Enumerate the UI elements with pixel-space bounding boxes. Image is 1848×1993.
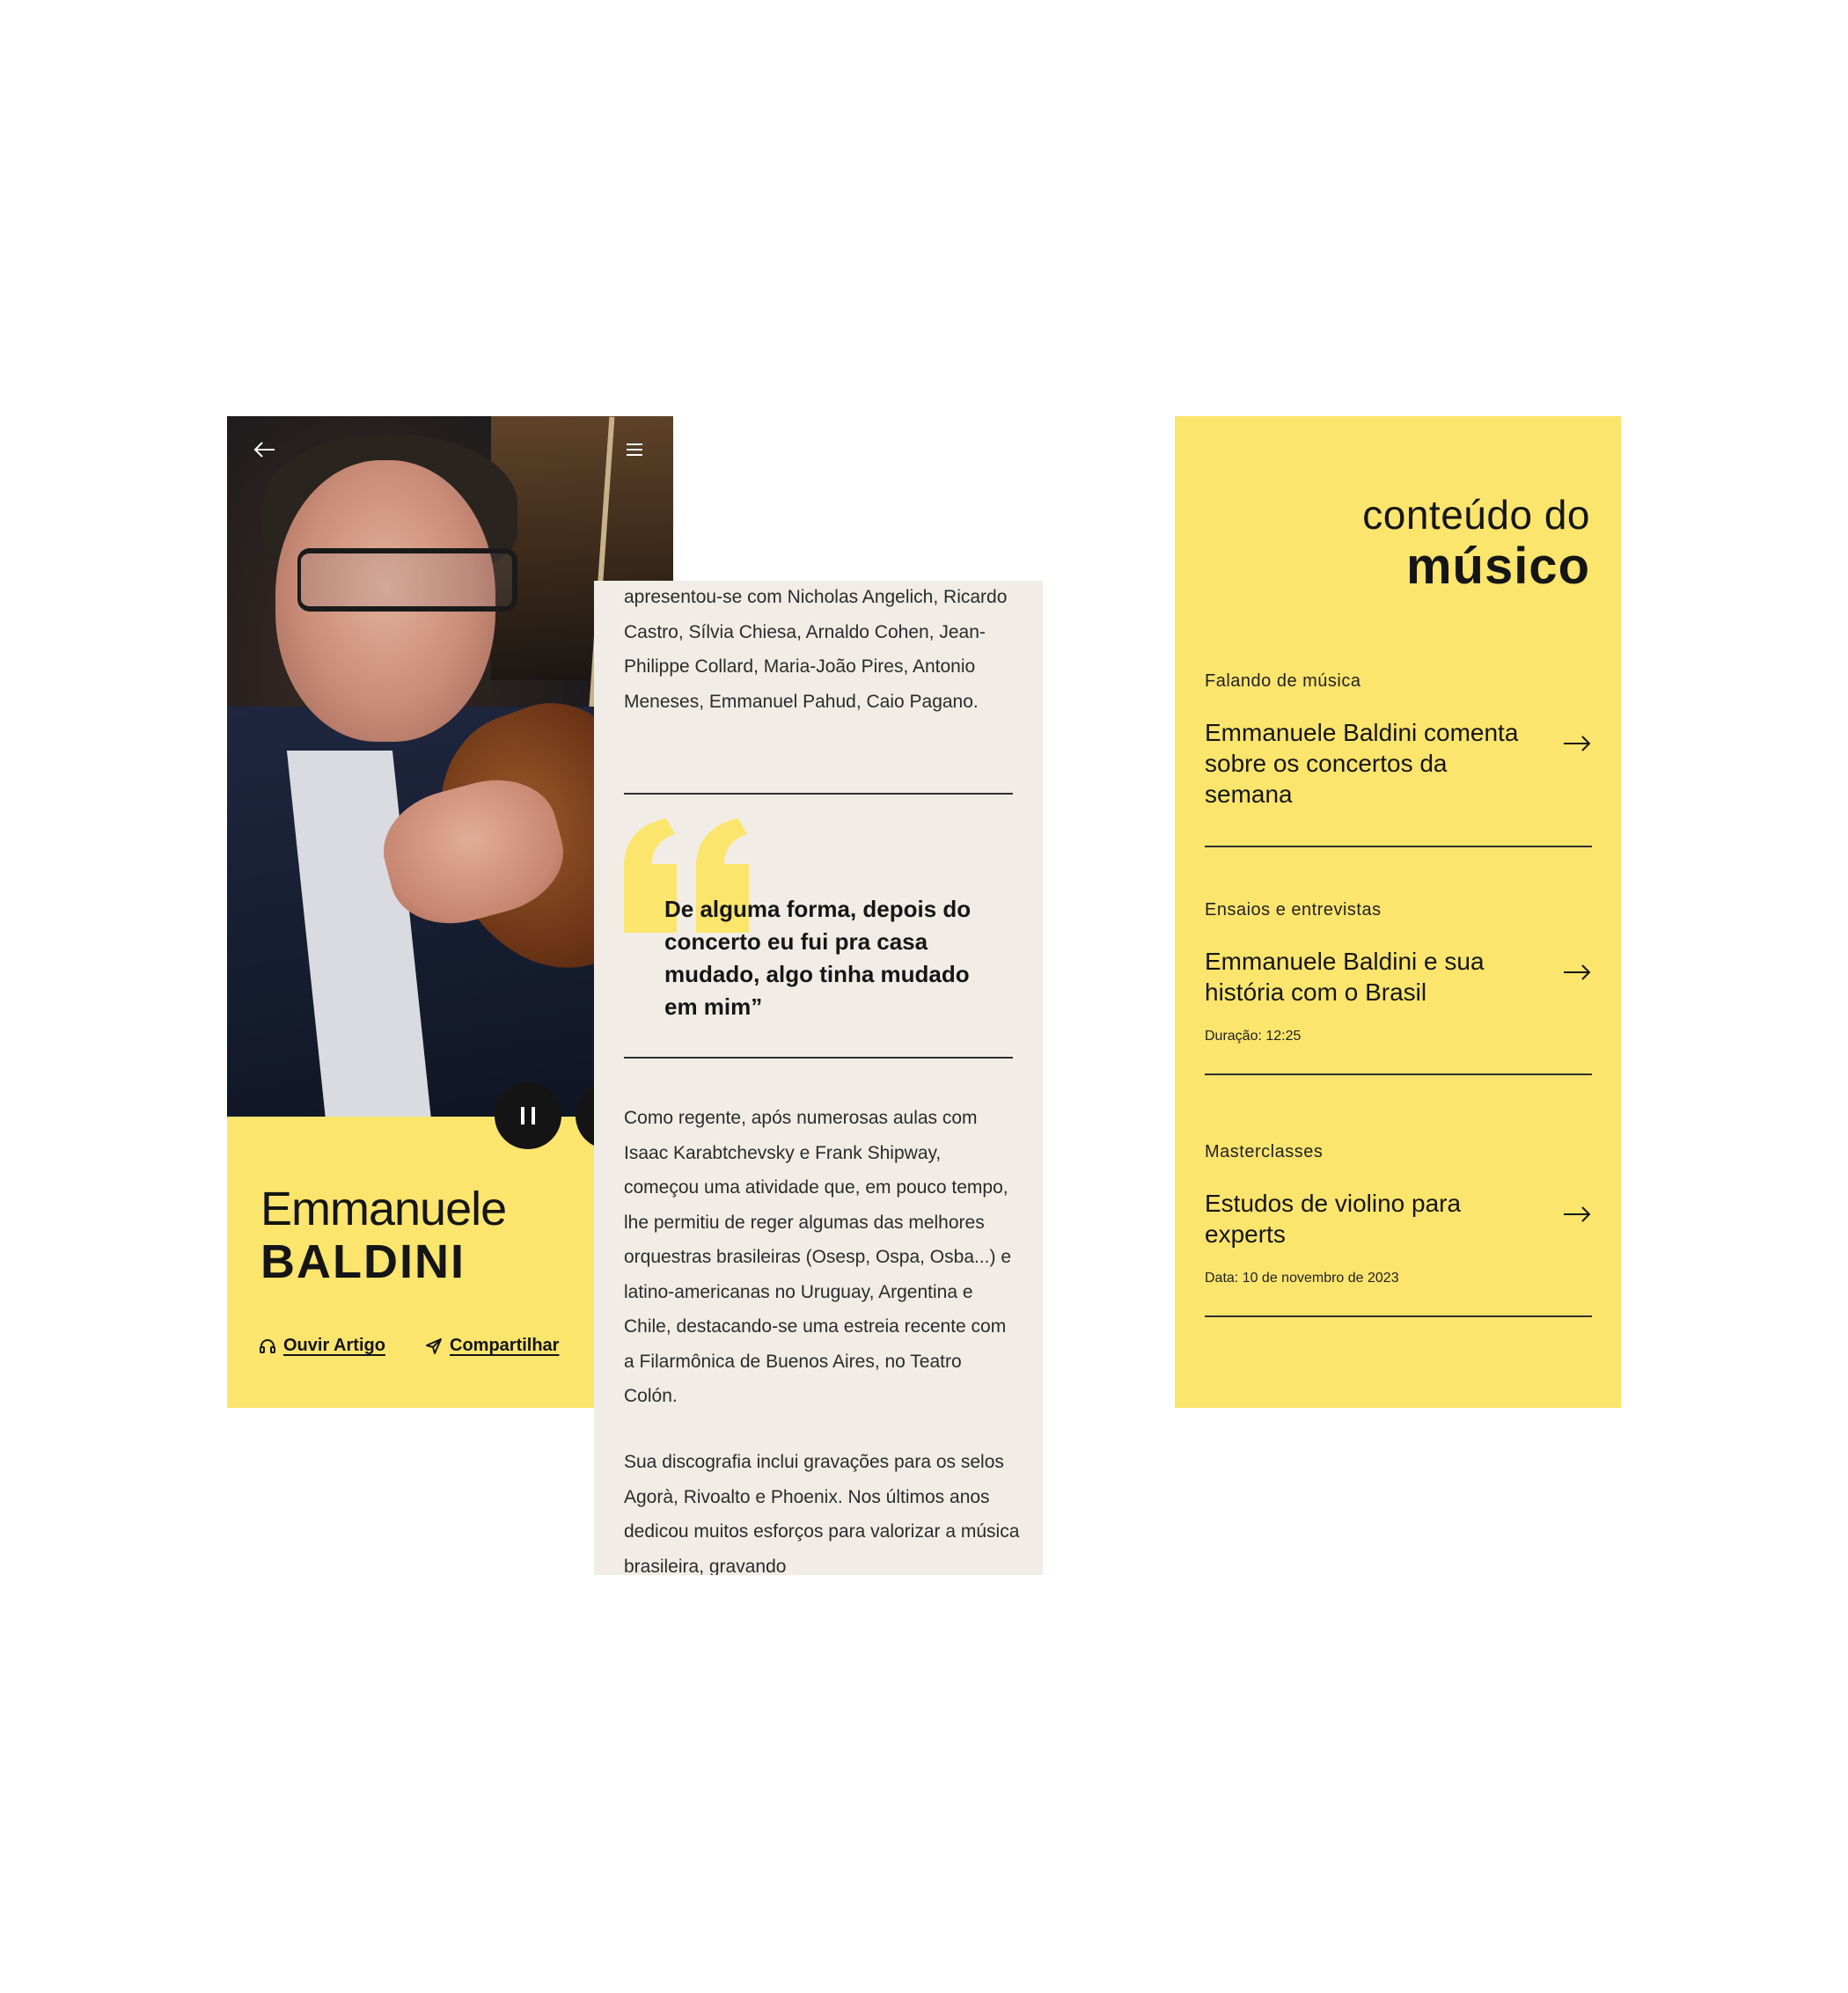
content-category: Falando de música <box>1205 671 1361 691</box>
share-label: Compartilhar <box>450 1336 560 1355</box>
headphones-icon <box>260 1338 275 1353</box>
content-meta: Data: 10 de novembro de 2023 <box>1205 1271 1399 1286</box>
content-meta: Duração: 12:25 <box>1205 1029 1302 1044</box>
paper-plane-icon <box>426 1337 442 1354</box>
divider <box>1205 846 1592 847</box>
share-link[interactable]: Compartilhar <box>425 1336 559 1356</box>
content-category: Ensaios e entrevistas <box>1205 900 1382 920</box>
divider <box>624 1057 1013 1059</box>
content-title: Emmanuele Baldini comenta sobre os conce… <box>1205 719 1519 808</box>
artist-content-screen: conteúdo do músico Falando de música Emm… <box>1175 416 1621 1408</box>
content-category: Masterclasses <box>1205 1142 1324 1161</box>
pause-icon <box>521 1107 524 1125</box>
article-paragraph: Sua discografia inclui gravações para os… <box>624 1452 1020 1575</box>
listen-article-label: Ouvir Artigo <box>283 1336 385 1355</box>
hamburger-menu-icon[interactable] <box>625 439 644 462</box>
arrow-right-icon[interactable] <box>1562 735 1592 752</box>
artist-first-name: Emmanuele <box>260 1183 507 1235</box>
section-title-line1: conteúdo do <box>1362 492 1590 538</box>
content-item[interactable]: Ensaios e entrevistas Emmanuele Baldini … <box>1205 900 1592 1094</box>
divider <box>1205 1315 1592 1317</box>
arrow-left-icon[interactable] <box>253 439 276 462</box>
content-item[interactable]: Masterclasses Estudos de violino para ex… <box>1205 1142 1592 1336</box>
content-title: Estudos de violino para experts <box>1205 1190 1462 1248</box>
arrow-right-icon[interactable] <box>1562 1205 1592 1223</box>
arrow-right-icon[interactable] <box>1562 964 1592 981</box>
article-screen: apresentou-se com Nicholas Angelich, Ric… <box>594 581 1043 1575</box>
divider <box>624 793 1013 795</box>
article-paragraph: Como regente, após numerosas aulas com I… <box>624 1108 1012 1406</box>
artist-last-name: BALDINI <box>260 1235 466 1288</box>
divider <box>1205 1073 1592 1075</box>
content-item[interactable]: Falando de música Emmanuele Baldini come… <box>1205 671 1592 865</box>
glasses <box>297 548 517 612</box>
content-title: Emmanuele Baldini e sua história com o B… <box>1205 948 1485 1006</box>
section-title-line2: músico <box>1405 538 1590 595</box>
pause-button[interactable] <box>495 1082 561 1149</box>
pull-quote: De alguma forma, depois do concerto eu f… <box>664 896 972 1020</box>
listen-article-link[interactable]: Ouvir Artigo <box>259 1336 385 1356</box>
article-paragraph: apresentou-se com Nicholas Angelich, Ric… <box>624 587 1008 712</box>
